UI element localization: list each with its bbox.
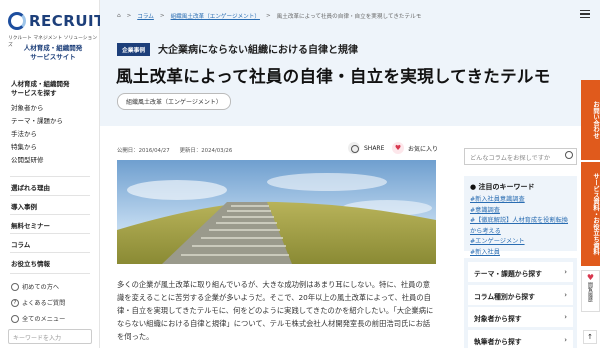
keyword-heading: ● 注目のキーワード [470, 183, 535, 191]
home-icon[interactable]: ⌂ [117, 13, 121, 19]
recruit-logo[interactable]: RECRUIT [8, 12, 105, 30]
hamburger-menu-icon[interactable] [580, 10, 590, 18]
breadcrumb-sep: > [159, 13, 165, 19]
favorite-button[interactable]: ♥ お気に入り [392, 142, 438, 154]
keyword-link[interactable]: #【徹底解説】人材育成を役割転換から考える [470, 216, 571, 237]
site-name: 人材育成・組織開発 サービスサイト [23, 44, 83, 61]
sidebar-link-seminar[interactable]: 無料セミナー [11, 220, 50, 230]
nav-author[interactable]: 執筆者から探す › [468, 329, 573, 350]
scroll-top-button[interactable]: ↑ [583, 330, 597, 344]
nav-label: テーマ・課題から探す [474, 270, 542, 278]
divider [10, 176, 90, 177]
breadcrumb-current: 風土改革によって社員の自律・自立を実現してきたテルモ [276, 14, 422, 20]
nav-theme[interactable]: テーマ・課題から探す › [468, 262, 573, 282]
hero-image [117, 160, 436, 264]
sidebar-link-all-menu[interactable]: 全てのメニュー [11, 314, 65, 323]
breadcrumb-category[interactable]: 組織風土改革（エンゲージメント） [171, 12, 260, 20]
logo-mark-icon [8, 12, 26, 30]
breadcrumb-column[interactable]: コラム [137, 12, 154, 20]
article-meta: 公開日：2016/04/27 更新日：2024/03/26 [117, 146, 232, 154]
chevron-right-icon: › [564, 268, 567, 276]
logo-text: RECRUIT [29, 12, 105, 30]
keyword-link[interactable]: #意識調査 [470, 206, 571, 217]
keyword-link[interactable]: #新入社員 [470, 248, 571, 259]
question-icon: ? [11, 298, 19, 307]
sidebar-item-method[interactable]: 手法から [11, 128, 70, 141]
breadcrumb: ⌂ > コラム > 組織風土改革（エンゲージメント） > 風土改革によって社員の… [117, 12, 421, 20]
menu-icon [11, 314, 19, 323]
keyword-panel: ● 注目のキーワード #新入社員意識調査 #意識調査 #【徹底解説】人材育成を役… [464, 176, 577, 256]
share-label: SHARE [364, 144, 385, 152]
sidebar-link-first-time[interactable]: 初めての方へ [11, 282, 59, 291]
left-sidebar: RECRUIT リクルート マネジメント ソリューションズ 人材育成・組織開発 … [0, 0, 104, 348]
sidebar-link-label: よくあるご質問 [22, 300, 66, 307]
sidebar-item-target[interactable]: 対象者から [11, 102, 70, 115]
divider [10, 195, 90, 196]
keyword-link[interactable]: #エンゲージメント [470, 237, 571, 248]
divider [10, 252, 90, 253]
keyword-heading-label: 注目のキーワード [478, 183, 535, 191]
chevron-right-icon: › [564, 290, 567, 299]
search-icon[interactable] [565, 151, 573, 159]
history-label: 閲覧履歴 [587, 282, 593, 302]
share-button[interactable]: SHARE [348, 142, 384, 154]
nav-label: 対象者から探す [474, 315, 522, 323]
column-search-input[interactable]: どんなコラムをお探しですか [464, 148, 577, 165]
sidebar-link-column[interactable]: コラム [11, 239, 30, 249]
breadcrumb-sep: > [265, 13, 271, 19]
nav-label: コラム種別から探す [474, 292, 535, 301]
column-nav-panel: テーマ・課題から探す › コラム種別から探す › 対象者から探す › 執筆者から探す › [464, 258, 577, 350]
category-badge: 企業事例 [117, 43, 151, 56]
contact-tab[interactable]: お問い合わせ [581, 80, 600, 160]
divider [10, 233, 90, 234]
divider [10, 273, 90, 274]
documents-tab[interactable]: サービス資料・お役立ち資料 [581, 162, 600, 266]
keyword-link[interactable]: #新入社員意識調査 [470, 195, 571, 206]
sidebar-link-faq[interactable]: ? よくあるご質問 [11, 298, 65, 307]
nav-label: 執筆者から探す [474, 337, 522, 346]
info-icon [11, 282, 19, 291]
nav-column-type[interactable]: コラム種別から探す › [468, 284, 573, 305]
sidebar-link-reasons[interactable]: 選ばれる理由 [11, 182, 50, 192]
heart-icon: ♥ [586, 273, 595, 282]
nav-target[interactable]: 対象者から探す › [468, 307, 573, 327]
chevron-right-icon: › [564, 313, 567, 321]
sidebar-nav: 人材育成・組織開発 サービスを探す 対象者から テーマ・課題から 手法から 特集… [11, 80, 70, 167]
sidebar-link-cases[interactable]: 導入事例 [11, 201, 37, 211]
heart-icon: ♥ [392, 142, 404, 154]
sidebar-link-label: 全てのメニュー [22, 316, 66, 323]
tag-chip[interactable]: 組織風土改革（エンゲージメント） [117, 93, 231, 110]
chevron-right-icon: › [564, 335, 567, 344]
share-icon [348, 142, 360, 154]
sidebar-group-head: 人材育成・組織開発 サービスを探す [11, 80, 70, 97]
sidebar-link-label: 初めての方へ [22, 284, 60, 291]
sidebar-item-open-training[interactable]: 公開型研修 [11, 154, 70, 167]
series-title: 大企業病にならない組織における自律と規律 [158, 45, 358, 56]
history-tab[interactable]: ♥ 閲覧履歴 [581, 270, 600, 312]
page-title: 風土改革によって社員の自律・自立を実現してきたテルモ [116, 67, 551, 86]
sidebar-item-theme[interactable]: テーマ・課題から [11, 115, 70, 128]
updated-date: 更新日：2024/03/26 [179, 148, 233, 154]
sidebar-item-feature[interactable]: 特集から [11, 141, 70, 154]
breadcrumb-sep: > [126, 13, 132, 19]
sidebar-link-resources[interactable]: お役立ち情報 [11, 258, 50, 268]
sidebar-search-input[interactable]: キーワードを入力 [8, 329, 92, 344]
published-date: 公開日：2016/04/27 [117, 148, 170, 154]
favorite-label: お気に入り [408, 145, 439, 153]
divider [10, 214, 90, 215]
article-body: 多くの企業が風土改革に取り組んでいるが、大きな成功例はあまり耳にしない。特に、社… [117, 280, 434, 341]
